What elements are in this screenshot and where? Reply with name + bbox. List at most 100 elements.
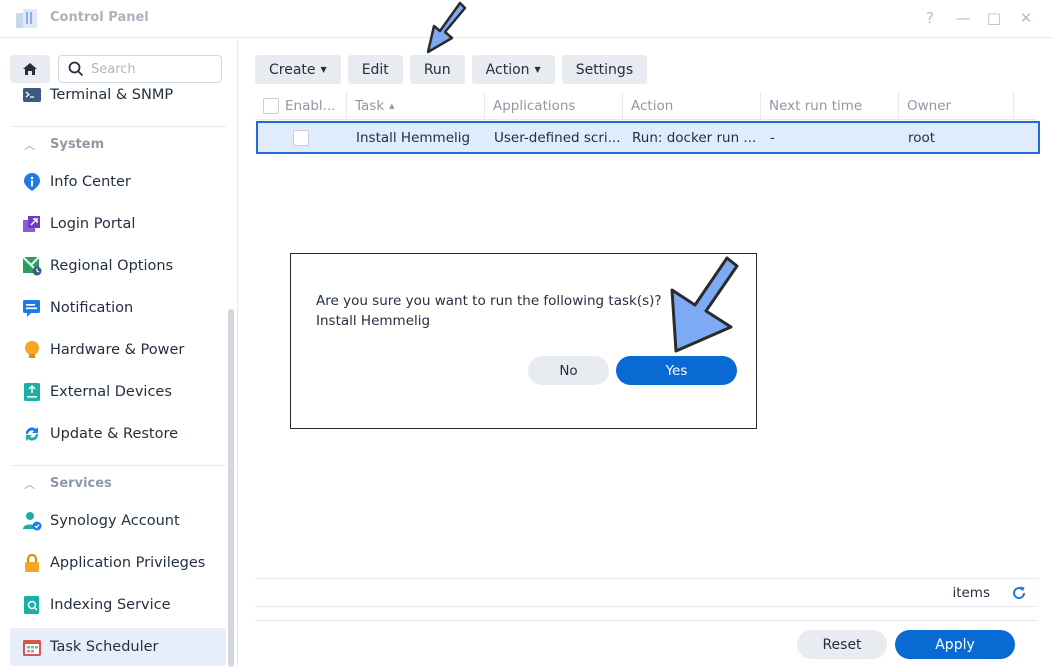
sidebar-item-label: Info Center — [50, 174, 131, 190]
close-icon[interactable]: ✕ — [1016, 8, 1036, 28]
sidebar-scrollbar[interactable] — [228, 309, 234, 667]
divider — [255, 578, 1038, 579]
search-icon — [68, 61, 84, 77]
select-all-checkbox[interactable] — [263, 97, 279, 114]
caret-down-icon: ▼ — [534, 65, 541, 74]
sidebar-item-task-scheduler[interactable]: Task Scheduler — [10, 628, 226, 666]
enabled-checkbox[interactable] — [293, 129, 309, 146]
terminal-icon — [23, 88, 41, 102]
annotation-arrow-icon — [426, 1, 467, 54]
lightbulb-icon — [25, 341, 39, 358]
edit-button[interactable]: Edit — [347, 55, 403, 84]
lock-icon — [25, 553, 39, 572]
column-applications[interactable]: Applications — [485, 91, 623, 120]
column-label: Action — [631, 97, 674, 114]
divider — [255, 620, 1038, 621]
table-row[interactable]: Install Hemmelig User-defined scri... Ru… — [256, 121, 1040, 154]
sidebar-item-label: Application Privileges — [50, 555, 206, 571]
sidebar-item-update-restore[interactable]: Update & Restore — [10, 415, 226, 453]
apply-button[interactable]: Apply — [895, 630, 1015, 659]
minimize-icon[interactable]: — — [953, 8, 973, 28]
sidebar-item-label: Hardware & Power — [50, 342, 185, 358]
column-label: Owner — [907, 97, 952, 114]
sidebar-item-synology-account[interactable]: Synology Account — [10, 502, 226, 540]
annotation-arrow-icon — [670, 256, 739, 353]
dialog-message: Are you sure you want to run the followi… — [316, 291, 662, 331]
applications-cell: User-defined scri... — [494, 129, 621, 146]
column-label: Applications — [493, 97, 576, 114]
column-label: Task — [355, 97, 385, 114]
section-header-services[interactable]: ︿ Services — [10, 465, 226, 501]
sidebar-item-label: Indexing Service — [50, 597, 171, 613]
settings-button[interactable]: Settings — [561, 55, 648, 84]
sidebar-item-label: Login Portal — [50, 216, 136, 232]
sidebar-item-label: Synology Account — [50, 513, 180, 529]
window-title: Control Panel — [50, 10, 149, 25]
column-enabled[interactable]: Enabl... — [255, 91, 347, 120]
action-button-label: Action — [485, 61, 530, 78]
help-icon[interactable]: ? — [920, 8, 940, 28]
sidebar-item-external-devices[interactable]: External Devices — [10, 373, 226, 411]
calendar-icon — [23, 640, 41, 656]
sidebar-item-label: Update & Restore — [50, 426, 179, 442]
login-portal-icon — [23, 216, 40, 232]
column-owner[interactable]: Owner — [899, 91, 1014, 120]
indexing-icon — [24, 596, 39, 614]
sidebar-item-label: Regional Options — [50, 258, 174, 274]
run-button-label: Run — [423, 61, 451, 78]
reset-button[interactable]: Reset — [797, 630, 887, 659]
section-title: System — [50, 137, 105, 152]
task-table-header: Enabl... Task ▲ Applications Action Next… — [255, 91, 1037, 120]
info-icon — [24, 173, 40, 191]
sidebar-item-label: Task Scheduler — [50, 639, 159, 655]
no-button[interactable]: No — [528, 356, 609, 385]
column-action[interactable]: Action — [623, 91, 761, 120]
section-header-system[interactable]: ︿ System — [10, 126, 226, 162]
notification-icon — [23, 300, 40, 317]
column-task[interactable]: Task ▲ — [347, 91, 485, 120]
sidebar-item-hardware-power[interactable]: Hardware & Power — [10, 331, 226, 369]
refresh-icon[interactable] — [1010, 584, 1028, 602]
owner-cell: root — [908, 129, 936, 146]
chevron-up-icon: ︿ — [24, 477, 35, 491]
sidebar-item-notification[interactable]: Notification — [10, 289, 226, 327]
column-label: Next run time — [769, 97, 863, 114]
create-button[interactable]: Create ▼ — [255, 55, 341, 84]
dialog-question: Are you sure you want to run the followi… — [316, 293, 662, 309]
task-cell: Install Hemmelig — [356, 129, 471, 146]
sidebar-item-indexing-service[interactable]: Indexing Service — [10, 586, 226, 624]
action-button[interactable]: Action ▼ — [471, 55, 555, 84]
title-bar: Control Panel ? — □ ✕ — [0, 0, 1053, 38]
settings-button-label: Settings — [575, 61, 634, 78]
sidebar: Terminal & SNMP ︿ System Info Center Log… — [0, 39, 238, 667]
sidebar-item-terminal-snmp[interactable]: Terminal & SNMP — [10, 76, 226, 114]
sidebar-item-login-portal[interactable]: Login Portal — [10, 205, 226, 243]
sidebar-item-label: Terminal & SNMP — [50, 87, 174, 103]
edit-button-label: Edit — [361, 61, 389, 78]
sidebar-item-label: External Devices — [50, 384, 172, 400]
items-count-label: items — [952, 585, 990, 601]
sidebar-item-info-center[interactable]: Info Center — [10, 163, 226, 201]
external-devices-icon — [24, 383, 40, 401]
sidebar-item-regional-options[interactable]: Regional Options — [10, 247, 226, 285]
next-run-time-cell: - — [770, 129, 775, 146]
column-label: Enabl... — [285, 97, 336, 114]
control-panel-app-icon — [16, 9, 37, 28]
update-restore-icon — [25, 427, 39, 441]
maximize-icon[interactable]: □ — [984, 8, 1004, 28]
regional-options-icon — [22, 256, 42, 276]
caret-down-icon: ▼ — [320, 65, 327, 74]
dialog-task-name: Install Hemmelig — [316, 313, 431, 329]
create-button-label: Create — [269, 61, 316, 78]
enabled-cell — [258, 129, 348, 146]
sidebar-item-label: Notification — [50, 300, 134, 316]
divider — [255, 606, 1038, 607]
chevron-up-icon: ︿ — [24, 138, 35, 152]
sort-ascending-icon: ▲ — [389, 101, 395, 110]
account-icon — [23, 512, 42, 531]
action-cell: Run: docker run ... — [632, 129, 757, 146]
column-next-run-time[interactable]: Next run time — [761, 91, 899, 120]
sidebar-item-application-privileges[interactable]: Application Privileges — [10, 544, 226, 582]
section-title: Services — [50, 476, 112, 491]
yes-button[interactable]: Yes — [616, 356, 737, 385]
